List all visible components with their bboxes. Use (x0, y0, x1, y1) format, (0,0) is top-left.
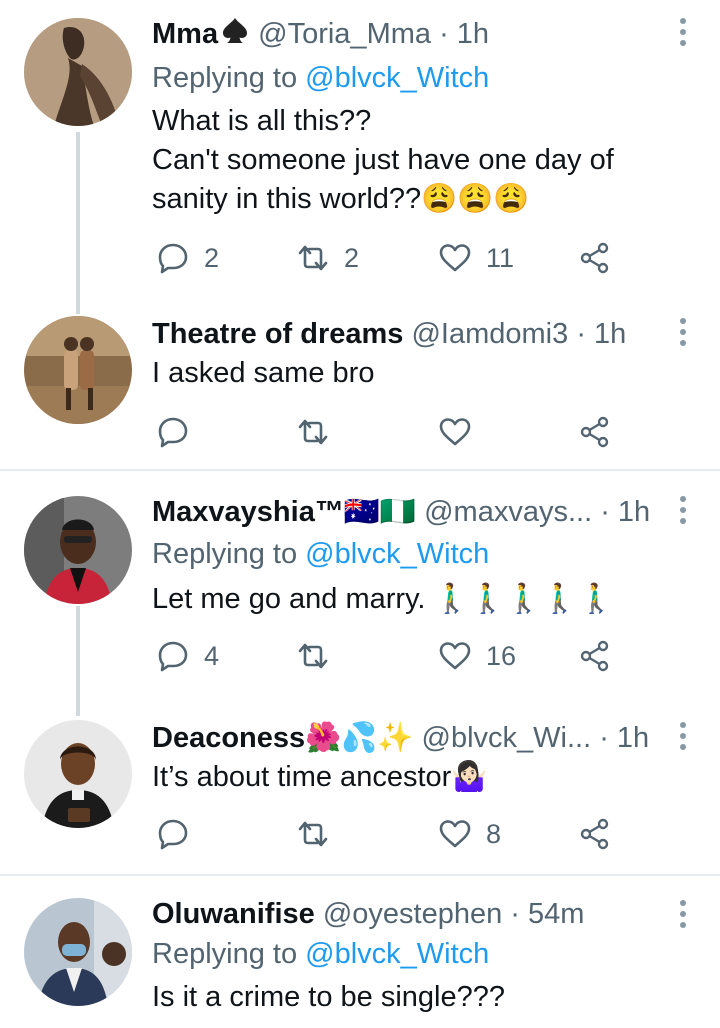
tweet-actions (152, 412, 632, 452)
retweet-button[interactable]: 2 (296, 238, 359, 278)
handle[interactable]: @oyestephen (323, 898, 502, 930)
share-icon (580, 818, 609, 850)
divider (0, 469, 720, 471)
reply-button[interactable]: 4 (156, 636, 219, 676)
like-count: 16 (486, 640, 517, 671)
avatar[interactable] (24, 18, 132, 126)
avatar[interactable] (24, 496, 132, 604)
tweet-actions: 8 (152, 814, 632, 854)
more-vertical-icon[interactable] (678, 900, 688, 930)
heart-icon (439, 642, 471, 670)
tweet-text: I asked same bro (152, 357, 375, 389)
replying-to-link[interactable]: @blvck_Witch (305, 62, 489, 94)
tweet[interactable]: Theatre of dreams @Iamdomi3 · 1h I asked… (0, 300, 720, 468)
share-button[interactable] (578, 412, 612, 452)
reply-button[interactable] (156, 814, 190, 854)
retweet-button[interactable] (296, 814, 330, 854)
timestamp[interactable]: · 1h (599, 722, 649, 754)
reply-icon (158, 243, 188, 274)
avatar[interactable] (24, 316, 132, 424)
share-icon (580, 416, 609, 448)
retweet-button[interactable] (296, 636, 330, 676)
more-vertical-icon[interactable] (678, 496, 688, 526)
tweet-text: Is it a crime to be single??? (152, 981, 506, 1013)
display-name[interactable]: Maxvayshia™🇦🇺🇳🇬 (152, 496, 416, 528)
heart-icon (439, 418, 471, 446)
tweet-actions: 2 2 11 (152, 238, 632, 278)
retweet-icon (298, 643, 328, 669)
more-vertical-icon[interactable] (678, 18, 688, 48)
reply-button[interactable]: 2 (156, 238, 219, 278)
more-vertical-icon[interactable] (678, 722, 688, 752)
display-name[interactable]: Oluwanifise (152, 898, 315, 930)
heart-icon (439, 244, 471, 272)
replying-to: Replying to @blvck_Witch (152, 62, 490, 94)
replying-to: Replying to @blvck_Witch (152, 538, 490, 570)
like-button[interactable]: 8 (438, 814, 501, 854)
reply-button[interactable] (156, 412, 190, 452)
tweet-actions: 4 16 (152, 636, 632, 676)
share-button[interactable] (578, 238, 612, 278)
tweet-header: Oluwanifise @oyestephen · 54m (152, 894, 660, 934)
tweet-text: What is all this?? Can't someone just ha… (152, 105, 614, 215)
tweet[interactable]: Deaconess🌺💦✨ @blvck_Wi... · 1h It’s abou… (0, 700, 720, 872)
handle[interactable]: @maxvays... (424, 496, 592, 528)
thread-line (76, 132, 80, 314)
tweet[interactable]: Maxvayshia™🇦🇺🇳🇬 @maxvays... · 1h Replyin… (0, 478, 720, 716)
retweet-icon (298, 419, 328, 445)
timestamp[interactable]: · 1h (576, 318, 626, 350)
reply-count: 4 (204, 640, 220, 671)
tweet-header: Mma @Toria_Mma · 1h (152, 14, 660, 54)
share-icon (580, 242, 609, 274)
like-count: 11 (486, 242, 515, 273)
share-button[interactable] (578, 814, 612, 854)
retweet-icon (298, 245, 328, 271)
tweet[interactable]: Mma @Toria_Mma · 1h Replying to @blvck_W… (0, 0, 720, 314)
display-name[interactable]: Theatre of dreams (152, 318, 403, 350)
retweet-button[interactable] (296, 412, 330, 452)
display-name[interactable]: Mma (152, 18, 218, 50)
timestamp[interactable]: · 1h (600, 496, 650, 528)
more-vertical-icon[interactable] (678, 318, 688, 348)
replying-to-link[interactable]: @blvck_Witch (305, 938, 489, 970)
like-button[interactable]: 11 (438, 238, 514, 278)
handle[interactable]: @blvck_Wi... (422, 722, 592, 754)
reply-count: 2 (204, 242, 220, 273)
tweet-header: Deaconess🌺💦✨ @blvck_Wi... · 1h (152, 718, 660, 758)
divider (0, 874, 720, 876)
tweet-text: It’s about time ancestor🤷🏻‍♀️ (152, 761, 488, 793)
retweet-count: 2 (344, 242, 360, 273)
reply-icon (158, 641, 188, 672)
like-count: 8 (486, 818, 502, 849)
handle[interactable]: @Toria_Mma (258, 18, 431, 50)
display-name[interactable]: Deaconess🌺💦✨ (152, 722, 413, 754)
spade-icon (220, 15, 250, 54)
replying-to: Replying to @blvck_Witch (152, 938, 490, 970)
reply-icon (158, 417, 188, 448)
avatar[interactable] (24, 898, 132, 1006)
timestamp[interactable]: · 1h (439, 18, 489, 50)
share-button[interactable] (578, 636, 612, 676)
retweet-icon (298, 821, 328, 847)
share-icon (580, 640, 609, 672)
timestamp[interactable]: · 54m (510, 898, 584, 930)
heart-icon (439, 820, 471, 848)
tweet-text: Let me go and marry. 🚶‍♂️🚶‍♂️🚶‍♂️🚶‍♂️🚶‍♂… (152, 583, 615, 615)
handle[interactable]: @Iamdomi3 (411, 318, 568, 350)
like-button[interactable]: 16 (438, 636, 516, 676)
like-button[interactable] (438, 412, 472, 452)
replying-to-link[interactable]: @blvck_Witch (305, 538, 489, 570)
tweet-header: Theatre of dreams @Iamdomi3 · 1h (152, 314, 660, 354)
tweet[interactable]: Oluwanifise @oyestephen · 54m Replying t… (0, 878, 720, 1028)
tweet-header: Maxvayshia™🇦🇺🇳🇬 @maxvays... · 1h (152, 492, 660, 532)
reply-icon (158, 819, 188, 850)
avatar[interactable] (24, 720, 132, 828)
